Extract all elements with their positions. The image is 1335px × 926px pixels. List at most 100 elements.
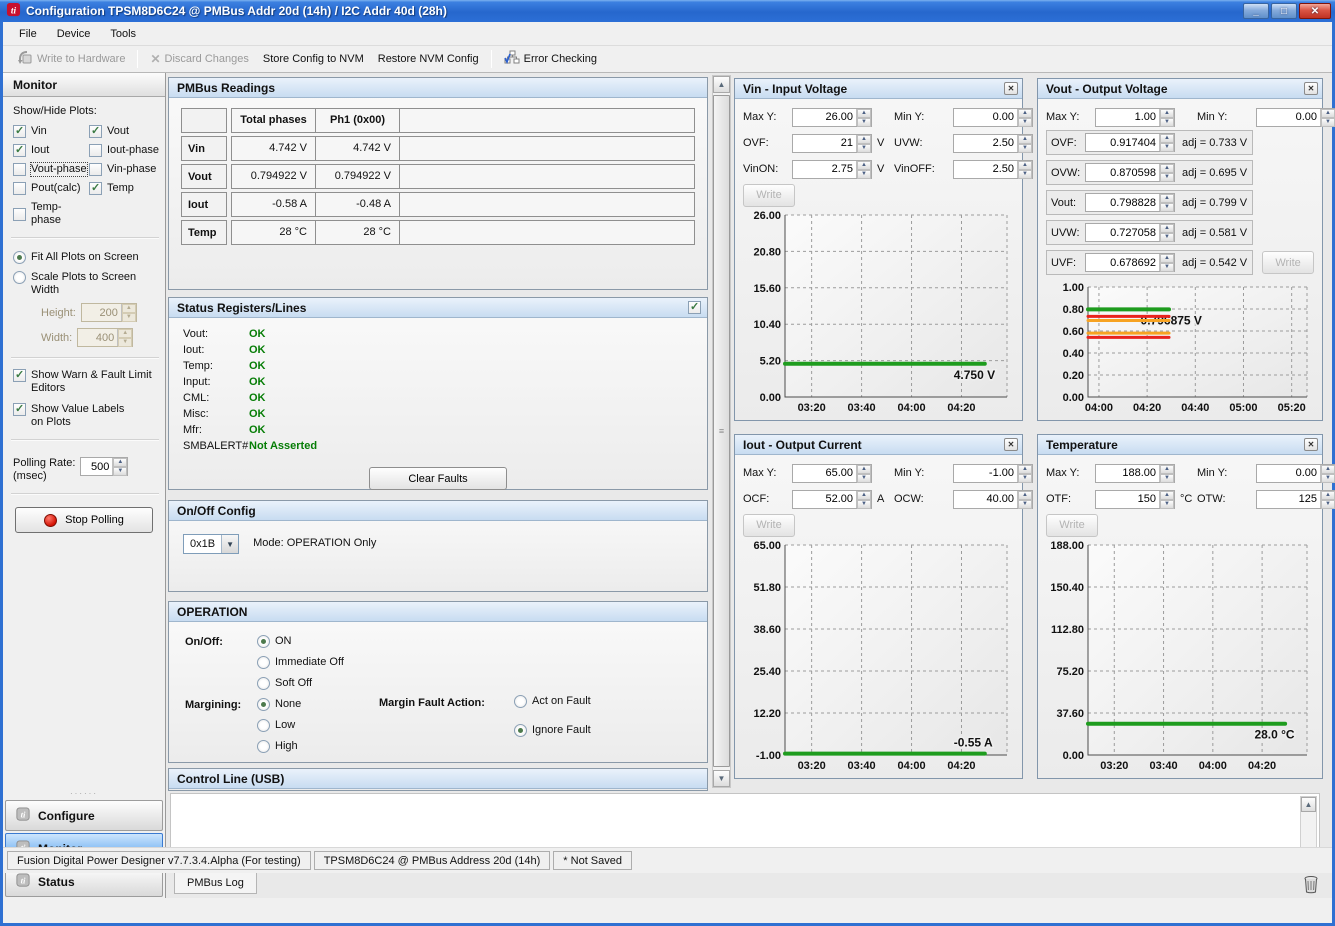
vout-vout-spinner[interactable]: ▲▼ bbox=[1085, 193, 1175, 212]
vout-write-button[interactable]: Write bbox=[1262, 251, 1314, 274]
scroll-up-icon[interactable]: ▲ bbox=[713, 76, 730, 93]
plot-checkbox-vin[interactable]: Vin bbox=[13, 125, 89, 138]
option-checkbox-show-value-labels[interactable]: Show Value Labels on Plots bbox=[13, 403, 157, 429]
spin-up-icon[interactable]: ▲ bbox=[1160, 134, 1174, 143]
trash-icon[interactable] bbox=[1301, 874, 1321, 894]
spin-down-icon[interactable]: ▼ bbox=[857, 500, 871, 509]
clear-faults-button[interactable]: Clear Faults bbox=[369, 467, 507, 490]
vout-vout-spinner-input[interactable] bbox=[1086, 194, 1159, 211]
spin-down-icon[interactable]: ▼ bbox=[1018, 118, 1032, 127]
close-icon[interactable]: ✕ bbox=[1304, 82, 1318, 95]
spin-up-icon[interactable]: ▲ bbox=[1160, 465, 1174, 474]
vin-max-y-spinner[interactable]: ▲▼ bbox=[792, 108, 872, 127]
vout-uvw-spinner[interactable]: ▲▼ bbox=[1085, 223, 1175, 242]
scale-radio-scale-plots-to-screen[interactable]: Scale Plots to Screen Width bbox=[13, 271, 157, 297]
vout-max-y-spinner-input[interactable] bbox=[1096, 109, 1159, 126]
spin-down-icon[interactable]: ▼ bbox=[1018, 170, 1032, 179]
spin-up-icon[interactable]: ▲ bbox=[857, 135, 871, 144]
spin-down-icon[interactable]: ▼ bbox=[1160, 118, 1174, 127]
spin-down-icon[interactable]: ▼ bbox=[1160, 233, 1174, 242]
maximize-button[interactable]: □ bbox=[1271, 3, 1297, 19]
fault-radio-act-on-fault[interactable]: Act on Fault bbox=[514, 695, 591, 708]
polling-rate-spinner[interactable]: ▲▼ bbox=[80, 457, 128, 476]
onoff-radio-immediate-off[interactable]: Immediate Off bbox=[257, 656, 344, 669]
scale-radio-fit-all-plots-on-screen[interactable]: Fit All Plots on Screen bbox=[13, 251, 157, 264]
vin-uvw-spinner[interactable]: ▲▼ bbox=[953, 134, 1033, 153]
spin-down-icon[interactable]: ▼ bbox=[1018, 500, 1032, 509]
plot-checkbox-iout[interactable]: Iout bbox=[13, 144, 89, 157]
spin-down-icon[interactable]: ▼ bbox=[1321, 474, 1335, 483]
spin-up-icon[interactable]: ▲ bbox=[1018, 465, 1032, 474]
vin-vinon-spinner-input[interactable] bbox=[793, 161, 856, 178]
spin-up-icon[interactable]: ▲ bbox=[1321, 109, 1335, 118]
spin-up-icon[interactable]: ▲ bbox=[113, 458, 127, 467]
plot-checkbox-vout-phase[interactable]: Vout-phase bbox=[13, 163, 89, 176]
spin-down-icon[interactable]: ▼ bbox=[1321, 118, 1335, 127]
spin-down-icon[interactable]: ▼ bbox=[857, 118, 871, 127]
spin-down-icon[interactable]: ▼ bbox=[1018, 474, 1032, 483]
pmbus-log-tab[interactable]: PMBus Log bbox=[174, 872, 257, 894]
iout-ocw-spinner[interactable]: ▲▼ bbox=[953, 490, 1033, 509]
temp-max-y-spinner[interactable]: ▲▼ bbox=[1095, 464, 1175, 483]
plots-scrollbar[interactable]: ▲ ≡ ▼ bbox=[712, 75, 731, 788]
spin-down-icon[interactable]: ▼ bbox=[1018, 144, 1032, 153]
temp-min-y-spinner-input[interactable] bbox=[1257, 465, 1320, 482]
iout-ocf-spinner[interactable]: ▲▼ bbox=[792, 490, 872, 509]
plot-checkbox-pout-calc[interactable]: Pout(calc) bbox=[13, 182, 89, 195]
spin-down-icon[interactable]: ▼ bbox=[1160, 500, 1174, 509]
polling-rate-spinner-input[interactable] bbox=[81, 458, 112, 475]
margining-radio-none[interactable]: None bbox=[257, 698, 301, 711]
vin-vinoff-spinner[interactable]: ▲▼ bbox=[953, 160, 1033, 179]
toolbar-discard-changes[interactable]: ✕Discard Changes bbox=[143, 49, 255, 69]
iout-max-y-spinner-input[interactable] bbox=[793, 465, 856, 482]
vout-uvw-spinner-input[interactable] bbox=[1086, 224, 1159, 241]
toolbar-error-checking[interactable]: Error Checking bbox=[497, 47, 604, 71]
title-bar[interactable]: ti Configuration TPSM8D6C24 @ PMBus Addr… bbox=[0, 0, 1335, 22]
menu-tools[interactable]: Tools bbox=[100, 24, 146, 44]
onoff-radio-soft-off[interactable]: Soft Off bbox=[257, 677, 312, 690]
spin-up-icon[interactable]: ▲ bbox=[1160, 109, 1174, 118]
scrollbar-thumb[interactable]: ≡ bbox=[713, 95, 730, 767]
iout-ocf-spinner-input[interactable] bbox=[793, 491, 856, 508]
spin-up-icon[interactable]: ▲ bbox=[1160, 224, 1174, 233]
minimize-button[interactable]: _ bbox=[1243, 3, 1269, 19]
spin-up-icon[interactable]: ▲ bbox=[1018, 109, 1032, 118]
menu-file[interactable]: File bbox=[9, 24, 47, 44]
spin-down-icon[interactable]: ▼ bbox=[1321, 500, 1335, 509]
temp-otf-spinner[interactable]: ▲▼ bbox=[1095, 490, 1175, 509]
spin-down-icon[interactable]: ▼ bbox=[1160, 143, 1174, 152]
vout-uvf-spinner[interactable]: ▲▼ bbox=[1085, 253, 1175, 272]
vout-uvf-spinner-input[interactable] bbox=[1086, 254, 1159, 271]
toolbar-store-config-to-nvm[interactable]: Store Config to NVM bbox=[256, 50, 371, 68]
spin-up-icon[interactable]: ▲ bbox=[857, 161, 871, 170]
iout-min-y-spinner[interactable]: ▲▼ bbox=[953, 464, 1033, 483]
vin-ovf-spinner[interactable]: ▲▼ bbox=[792, 134, 872, 153]
toolbar-restore-nvm-config[interactable]: Restore NVM Config bbox=[371, 50, 486, 68]
vout-ovw-spinner-input[interactable] bbox=[1086, 164, 1159, 181]
plot-checkbox-temp[interactable]: Temp bbox=[89, 182, 159, 195]
scroll-down-icon[interactable]: ▼ bbox=[713, 770, 730, 787]
spin-down-icon[interactable]: ▼ bbox=[857, 170, 871, 179]
plot-checkbox-vin-phase[interactable]: Vin-phase bbox=[89, 163, 159, 176]
close-icon[interactable]: ✕ bbox=[1304, 438, 1318, 451]
spin-down-icon[interactable]: ▼ bbox=[113, 467, 127, 476]
spin-up-icon[interactable]: ▲ bbox=[857, 491, 871, 500]
spin-down-icon[interactable]: ▼ bbox=[1160, 263, 1174, 272]
spin-up-icon[interactable]: ▲ bbox=[857, 109, 871, 118]
iout-write-button[interactable]: Write bbox=[743, 514, 795, 537]
stop-polling-button[interactable]: Stop Polling bbox=[15, 507, 153, 533]
close-icon[interactable]: ✕ bbox=[1004, 438, 1018, 451]
vin-min-y-spinner-input[interactable] bbox=[954, 109, 1017, 126]
iout-max-y-spinner[interactable]: ▲▼ bbox=[792, 464, 872, 483]
toolbar-write-to-hardware[interactable]: Write to Hardware bbox=[11, 48, 132, 71]
spin-up-icon[interactable]: ▲ bbox=[1160, 194, 1174, 203]
temp-otw-spinner[interactable]: ▲▼ bbox=[1256, 490, 1335, 509]
margining-radio-high[interactable]: High bbox=[257, 740, 298, 753]
temp-min-y-spinner[interactable]: ▲▼ bbox=[1256, 464, 1335, 483]
onoff-config-select[interactable]: 0x1B ▼ bbox=[183, 534, 239, 554]
vin-vinoff-spinner-input[interactable] bbox=[954, 161, 1017, 178]
temp-write-button[interactable]: Write bbox=[1046, 514, 1098, 537]
vout-max-y-spinner[interactable]: ▲▼ bbox=[1095, 108, 1175, 127]
spin-up-icon[interactable]: ▲ bbox=[1321, 465, 1335, 474]
onoff-radio-on[interactable]: ON bbox=[257, 635, 292, 648]
